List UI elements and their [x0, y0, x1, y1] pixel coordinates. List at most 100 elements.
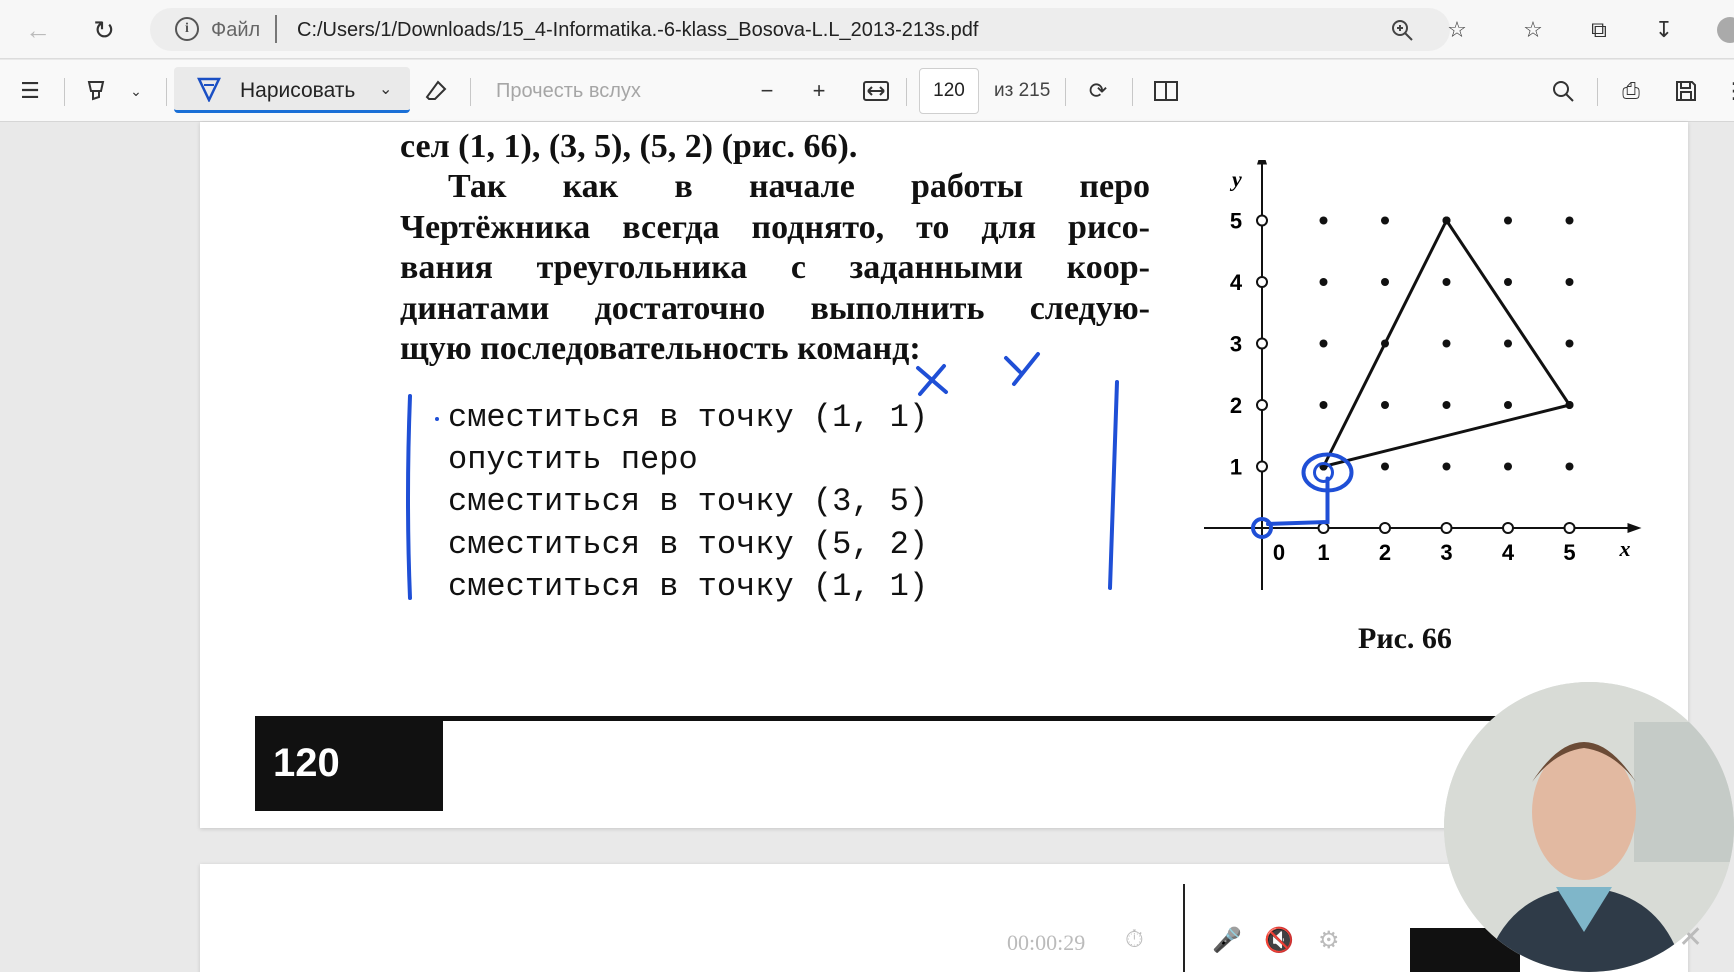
word: с: [790, 249, 807, 286]
draw-button[interactable]: Нарисовать ⌄: [174, 67, 410, 113]
page-view-icon[interactable]: [1150, 75, 1182, 107]
page-footer-rule: [255, 716, 1555, 721]
y-tick-label: 2: [1230, 393, 1242, 418]
more-icon[interactable]: ⋮: [1718, 75, 1734, 107]
eraser-icon[interactable]: [420, 75, 452, 107]
word: перо: [1079, 168, 1150, 205]
grid-point: [1504, 339, 1512, 348]
url-text[interactable]: C:/Users/1/Downloads/15_4-Informatika.-6…: [297, 19, 978, 42]
ink-path-arrow: [1266, 476, 1330, 526]
word: вания: [400, 249, 493, 286]
text-line: щую последовательность команд:: [400, 330, 921, 367]
print-icon[interactable]: ⎙: [1615, 75, 1647, 107]
x-tick-label: 4: [1502, 540, 1515, 565]
word: в: [674, 168, 693, 205]
x-tick-label: 2: [1379, 540, 1391, 565]
timer-icon[interactable]: ⏱: [1125, 926, 1144, 954]
grid-point: [1442, 278, 1451, 286]
zoom-icon[interactable]: [1386, 14, 1418, 46]
x-axis-label: x: [1619, 536, 1631, 561]
add-favorite-icon[interactable]: ☆: [1441, 14, 1473, 46]
word: начале: [748, 168, 855, 205]
grid-point: [1504, 401, 1512, 409]
browser-address-bar: ← ↻ i Файл C:/Users/1/Downloads/15_4-Inf…: [0, 0, 1734, 59]
grid-point: [1319, 339, 1328, 348]
series-point: [1442, 216, 1451, 225]
text-line: Чертёжника всегда поднято, то для рисо-: [400, 209, 1150, 247]
grid-point: [1319, 278, 1328, 286]
search-icon[interactable]: [1547, 75, 1579, 107]
x-tick-label: 1: [1317, 540, 1329, 565]
grid-point: [1565, 216, 1574, 225]
word: как: [562, 168, 619, 205]
highlight-chevron-icon[interactable]: ⌄: [120, 75, 152, 107]
settings-icon[interactable]: ⚙: [1318, 926, 1340, 955]
y-tick-mark: [1256, 276, 1268, 288]
pdf-toolbar: ☰ ⌄ Нарисовать ⌄ Прочесть вслух − + 120 …: [0, 60, 1734, 122]
page-number-input[interactable]: 120: [919, 68, 979, 114]
toolbar-separator: [470, 78, 471, 106]
word: поднято,: [751, 209, 885, 246]
favorites-icon[interactable]: ☆: [1517, 14, 1549, 46]
mute-icon[interactable]: 🔇: [1264, 926, 1294, 955]
toolbar-separator: [64, 78, 65, 106]
text-line: динатами достаточно выполнить следую-: [400, 290, 1150, 328]
info-icon[interactable]: i: [175, 17, 199, 41]
text-line: вания треугольника с заданными коор-: [400, 249, 1150, 287]
y-tick-label: 4: [1230, 270, 1243, 295]
draw-pen-icon: [197, 77, 221, 102]
y-tick-label: 1: [1230, 455, 1242, 480]
file-scheme-label: Файл: [211, 19, 261, 41]
series-point: [1565, 401, 1574, 409]
zoom-out-icon[interactable]: −: [751, 75, 783, 107]
y-axis-arrow: [1257, 160, 1267, 165]
collections-icon[interactable]: ⧉: [1583, 14, 1615, 46]
word: то: [916, 209, 950, 246]
grid-point: [1319, 401, 1328, 409]
text-line: Так как в начале работы перо: [400, 168, 1150, 206]
grid-point: [1319, 216, 1328, 225]
zoom-in-icon[interactable]: +: [803, 75, 835, 107]
word: заданными: [849, 249, 1023, 286]
back-button[interactable]: ←: [20, 12, 56, 48]
grid-point: [1442, 462, 1451, 471]
word: работы: [910, 168, 1024, 205]
draw-chevron-icon[interactable]: ⌄: [379, 79, 392, 99]
y-tick-label: 3: [1230, 332, 1242, 357]
word: выполнить: [810, 290, 985, 327]
text-line: сел (1, 1), (3, 5), (5, 2) (рис. 66).: [400, 128, 858, 165]
figure-caption: Рис. 66: [1358, 622, 1452, 655]
figure-66-plot: 0 1 2 3 4 5 1 2 3 4 5 x y: [1204, 160, 1642, 590]
profile-icon[interactable]: [1714, 14, 1734, 46]
grid-point: [1381, 401, 1389, 409]
x-tick-mark: [1440, 522, 1453, 534]
fit-width-icon[interactable]: [860, 75, 892, 107]
rotate-icon[interactable]: ⟳: [1082, 75, 1114, 107]
microphone-icon[interactable]: 🎤: [1212, 926, 1242, 955]
x-axis-arrow: [1627, 523, 1642, 533]
grid-point: [1504, 462, 1512, 471]
y-tick-mark: [1256, 337, 1268, 350]
read-aloud-button[interactable]: Прочесть вслух: [496, 80, 641, 103]
recorder-separator: [1183, 884, 1185, 972]
grid-point: [1381, 278, 1389, 286]
word: Так: [448, 168, 507, 205]
contents-icon[interactable]: ☰: [14, 75, 46, 107]
word: треугольника: [536, 249, 748, 286]
downloads-icon[interactable]: ↧: [1648, 14, 1680, 46]
grid-point: [1381, 462, 1389, 471]
command-line: сместиться в точку (1, 1): [448, 399, 929, 436]
word: динатами: [400, 290, 550, 327]
refresh-button[interactable]: ↻: [86, 12, 122, 48]
save-icon[interactable]: [1670, 75, 1702, 107]
grid-point: [1565, 462, 1574, 471]
highlight-icon[interactable]: [80, 75, 112, 107]
x-tick-mark: [1317, 522, 1330, 534]
grid-point: [1565, 278, 1574, 286]
webcam-overlay: [1444, 682, 1734, 972]
word: коор-: [1066, 249, 1150, 286]
x-tick-mark: [1379, 522, 1391, 534]
grid-point: [1504, 278, 1512, 286]
x-tick-label: 5: [1563, 540, 1575, 565]
recording-timer: 00:00:29: [1007, 930, 1086, 955]
